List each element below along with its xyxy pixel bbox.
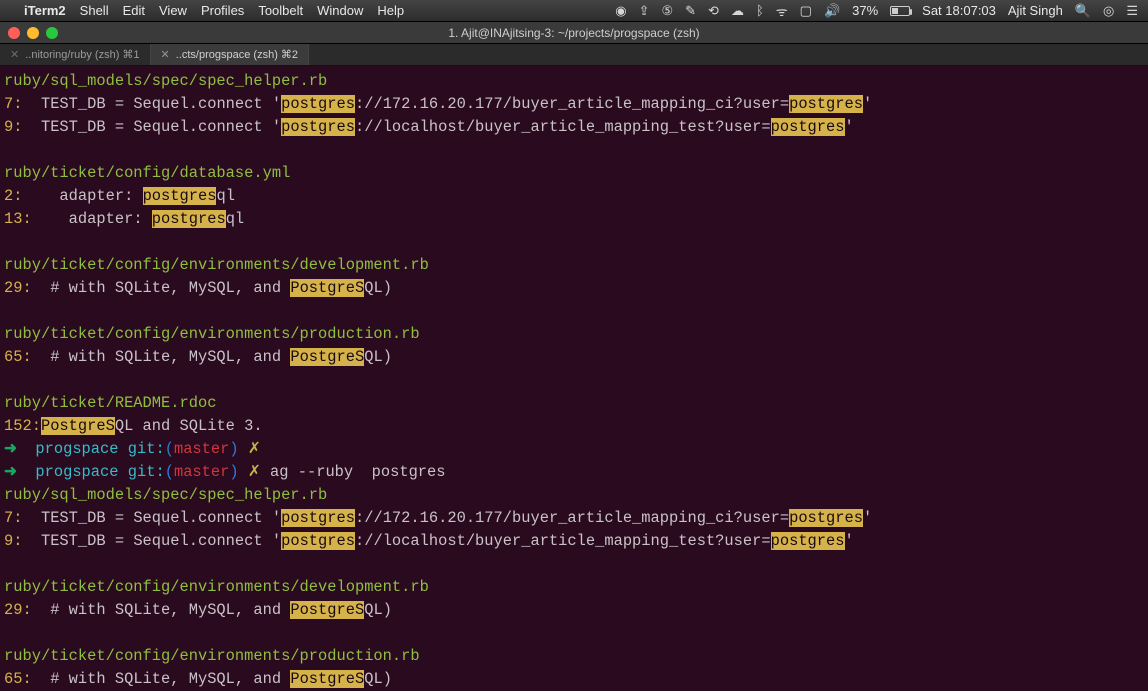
line-number: 29: xyxy=(4,601,32,619)
git-dirty-icon: ✗ xyxy=(248,463,261,481)
search-match: postgres xyxy=(771,532,845,550)
line-number: 7: xyxy=(4,95,22,113)
file-path: ruby/ticket/config/database.yml xyxy=(4,164,290,182)
menu-window[interactable]: Window xyxy=(317,3,363,18)
airplay-icon[interactable]: ▢ xyxy=(800,3,812,19)
app-name[interactable]: iTerm2 xyxy=(24,3,66,18)
result-line: 9: TEST_DB = Sequel.connect 'postgres://… xyxy=(4,530,1142,553)
file-path: ruby/ticket/config/environments/producti… xyxy=(4,325,420,343)
search-match: postgres xyxy=(143,187,217,205)
git-branch: master xyxy=(174,440,229,458)
file-path: ruby/sql_models/spec/spec_helper.rb xyxy=(4,486,327,504)
result-line: 7: TEST_DB = Sequel.connect 'postgres://… xyxy=(4,93,1142,116)
traffic-lights xyxy=(8,27,58,39)
search-match: postgres xyxy=(789,95,863,113)
user-name[interactable]: Ajit Singh xyxy=(1008,3,1063,18)
search-match: postgres xyxy=(281,118,355,136)
sync-icon[interactable]: ⟲ xyxy=(708,3,719,19)
file-path: ruby/ticket/config/environments/developm… xyxy=(4,578,429,596)
spotlight-icon[interactable]: 🔍 xyxy=(1075,3,1091,19)
minimize-icon[interactable] xyxy=(27,27,39,39)
maximize-icon[interactable] xyxy=(46,27,58,39)
terminal[interactable]: ruby/sql_models/spec/spec_helper.rb 7: TE… xyxy=(0,66,1148,691)
window-titlebar: 1. Ajit@INAjitsing-3: ~/projects/progspa… xyxy=(0,22,1148,44)
result-line: 7: TEST_DB = Sequel.connect 'postgres://… xyxy=(4,507,1142,530)
shield-icon[interactable]: ⑤ xyxy=(661,3,673,19)
wifi-icon[interactable]: ᯤ xyxy=(776,2,788,20)
line-number: 9: xyxy=(4,118,22,136)
search-match: PostgreS xyxy=(290,601,364,619)
result-line: 65: # with SQLite, MySQL, and PostgreSQL… xyxy=(4,346,1142,369)
line-number: 152: xyxy=(4,417,41,435)
dropbox-icon[interactable]: ⇪ xyxy=(639,3,650,19)
result-line: 9: TEST_DB = Sequel.connect 'postgres://… xyxy=(4,116,1142,139)
menu-shell[interactable]: Shell xyxy=(80,3,109,18)
menu-view[interactable]: View xyxy=(159,3,187,18)
search-match: postgres xyxy=(281,95,355,113)
close-icon[interactable] xyxy=(8,27,20,39)
search-match: postgres xyxy=(789,509,863,527)
window-title: 1. Ajit@INAjitsing-3: ~/projects/progspa… xyxy=(448,26,699,40)
close-tab-icon[interactable]: ✕ xyxy=(10,48,19,61)
line-number: 2: xyxy=(4,187,22,205)
search-match: postgres xyxy=(281,509,355,527)
battery-pct[interactable]: 37% xyxy=(852,3,878,18)
result-line: 29: # with SQLite, MySQL, and PostgreSQL… xyxy=(4,599,1142,622)
result-line: 2: adapter: postgresql xyxy=(4,185,1142,208)
search-match: postgres xyxy=(281,532,355,550)
line-number: 65: xyxy=(4,670,32,688)
menu-profiles[interactable]: Profiles xyxy=(201,3,244,18)
file-path: ruby/ticket/README.rdoc xyxy=(4,394,216,412)
bluetooth-icon[interactable]: ᛒ xyxy=(756,3,764,18)
battery-icon[interactable] xyxy=(890,6,910,16)
result-line: 152:PostgreSQL and SQLite 3. xyxy=(4,415,1142,438)
tab-1[interactable]: ✕ ..nitoring/ruby (zsh) ⌘1 xyxy=(0,44,151,65)
search-match: PostgreS xyxy=(290,670,364,688)
notifications-icon[interactable]: ☰ xyxy=(1126,3,1138,19)
menu-edit[interactable]: Edit xyxy=(123,3,145,18)
cloud-icon[interactable]: ☁ xyxy=(731,3,744,19)
result-line: 13: adapter: postgresql xyxy=(4,208,1142,231)
line-number: 65: xyxy=(4,348,32,366)
prompt-dir: progspace xyxy=(35,463,118,481)
line-number: 7: xyxy=(4,509,22,527)
result-line: 29: # with SQLite, MySQL, and PostgreSQL… xyxy=(4,277,1142,300)
tab-2[interactable]: ✕ ..cts/progspace (zsh) ⌘2 xyxy=(151,44,310,65)
prompt-git: git: xyxy=(128,440,165,458)
tab-label: ..nitoring/ruby (zsh) ⌘1 xyxy=(25,48,139,61)
command-text: ag --ruby postgres xyxy=(270,463,445,481)
file-path: ruby/ticket/config/environments/developm… xyxy=(4,256,429,274)
siri-icon[interactable]: ◎ xyxy=(1103,3,1114,19)
file-path: ruby/sql_models/spec/spec_helper.rb xyxy=(4,72,327,90)
macos-menubar: iTerm2 Shell Edit View Profiles Toolbelt… xyxy=(0,0,1148,22)
prompt-git: git: xyxy=(128,463,165,481)
shell-prompt: ➜ progspace git:(master) ✗ xyxy=(4,438,1142,461)
search-match: PostgreS xyxy=(290,348,364,366)
line-number: 13: xyxy=(4,210,32,228)
menu-help[interactable]: Help xyxy=(377,3,404,18)
search-match: postgres xyxy=(152,210,226,228)
search-match: postgres xyxy=(771,118,845,136)
volume-icon[interactable]: 🔊 xyxy=(824,3,840,19)
prompt-arrow-icon: ➜ xyxy=(4,440,35,458)
clock[interactable]: Sat 18:07:03 xyxy=(922,3,996,18)
git-branch: master xyxy=(174,463,229,481)
line-number: 29: xyxy=(4,279,32,297)
search-match: PostgreS xyxy=(290,279,364,297)
shell-prompt: ➜ progspace git:(master) ✗ ag --ruby pos… xyxy=(4,461,1142,484)
menu-toolbelt[interactable]: Toolbelt xyxy=(258,3,303,18)
record-icon[interactable]: ◉ xyxy=(615,3,626,19)
prompt-arrow-icon: ➜ xyxy=(4,463,35,481)
git-dirty-icon: ✗ xyxy=(248,440,261,458)
close-tab-icon[interactable]: ✕ xyxy=(161,48,170,61)
search-match: PostgreS xyxy=(41,417,115,435)
line-number: 9: xyxy=(4,532,22,550)
tab-bar: ✕ ..nitoring/ruby (zsh) ⌘1 ✕ ..cts/progs… xyxy=(0,44,1148,66)
file-path: ruby/ticket/config/environments/producti… xyxy=(4,647,420,665)
tab-label: ..cts/progspace (zsh) ⌘2 xyxy=(176,48,298,61)
evernote-icon[interactable]: ✎ xyxy=(685,3,696,19)
prompt-dir: progspace xyxy=(35,440,118,458)
